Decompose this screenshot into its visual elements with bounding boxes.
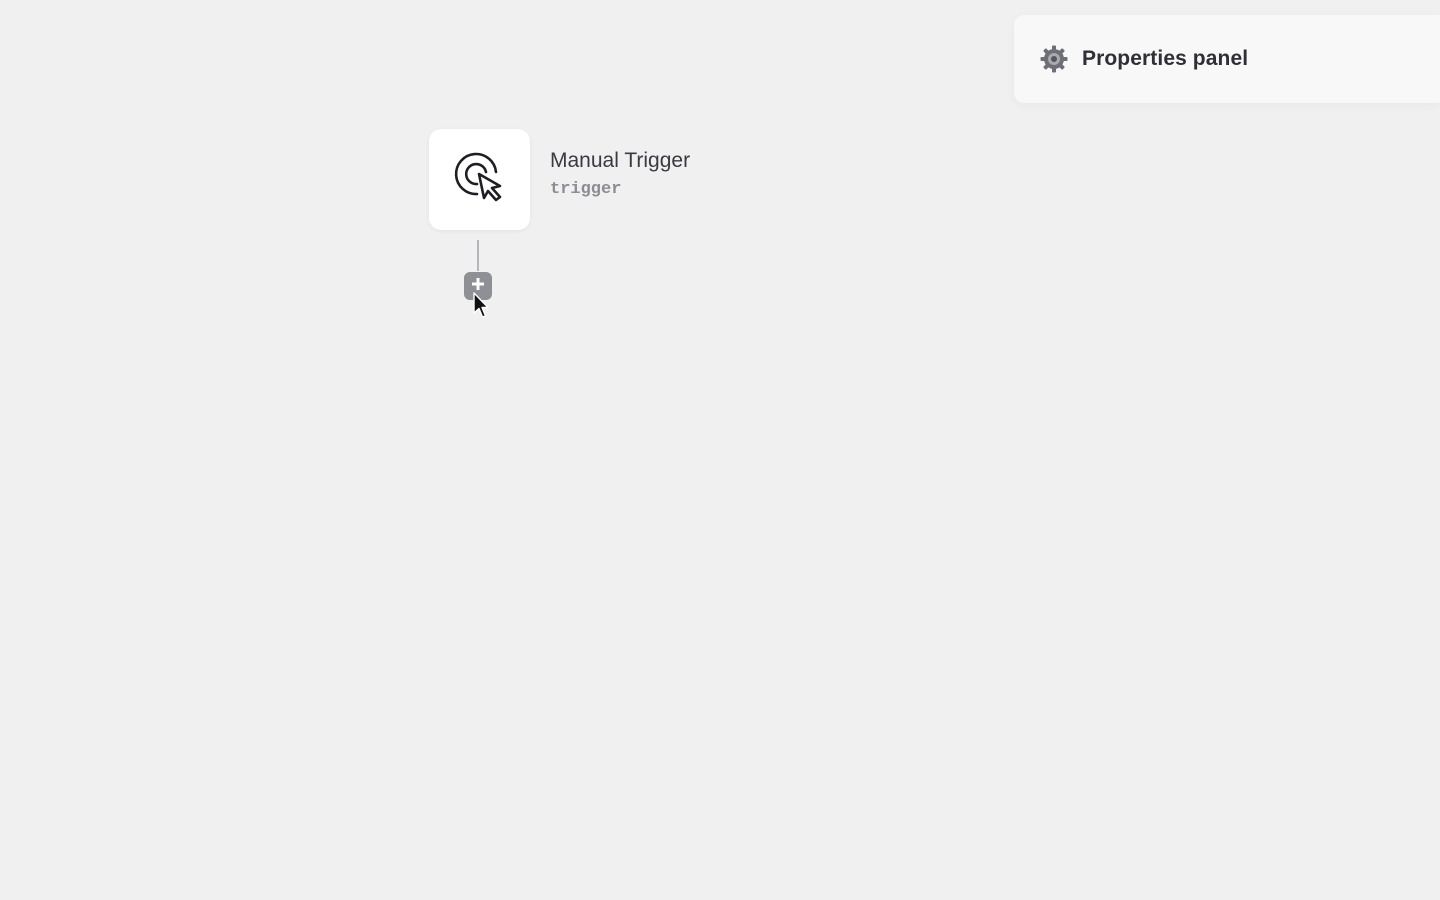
manual-trigger-node[interactable] [429, 129, 530, 230]
properties-panel-title: Properties panel [1082, 47, 1249, 70]
node-title: Manual Trigger [550, 149, 691, 172]
gear-icon [1038, 43, 1070, 75]
properties-panel[interactable]: Properties panel [1014, 15, 1440, 103]
workflow-canvas[interactable]: Properties panel Manual Trigger trigger [0, 0, 1440, 900]
add-node-button[interactable] [464, 272, 492, 300]
cursor-click-icon [450, 147, 510, 212]
node-subtitle: trigger [550, 180, 622, 199]
node-connector-line [477, 240, 479, 271]
plus-icon [470, 276, 486, 297]
